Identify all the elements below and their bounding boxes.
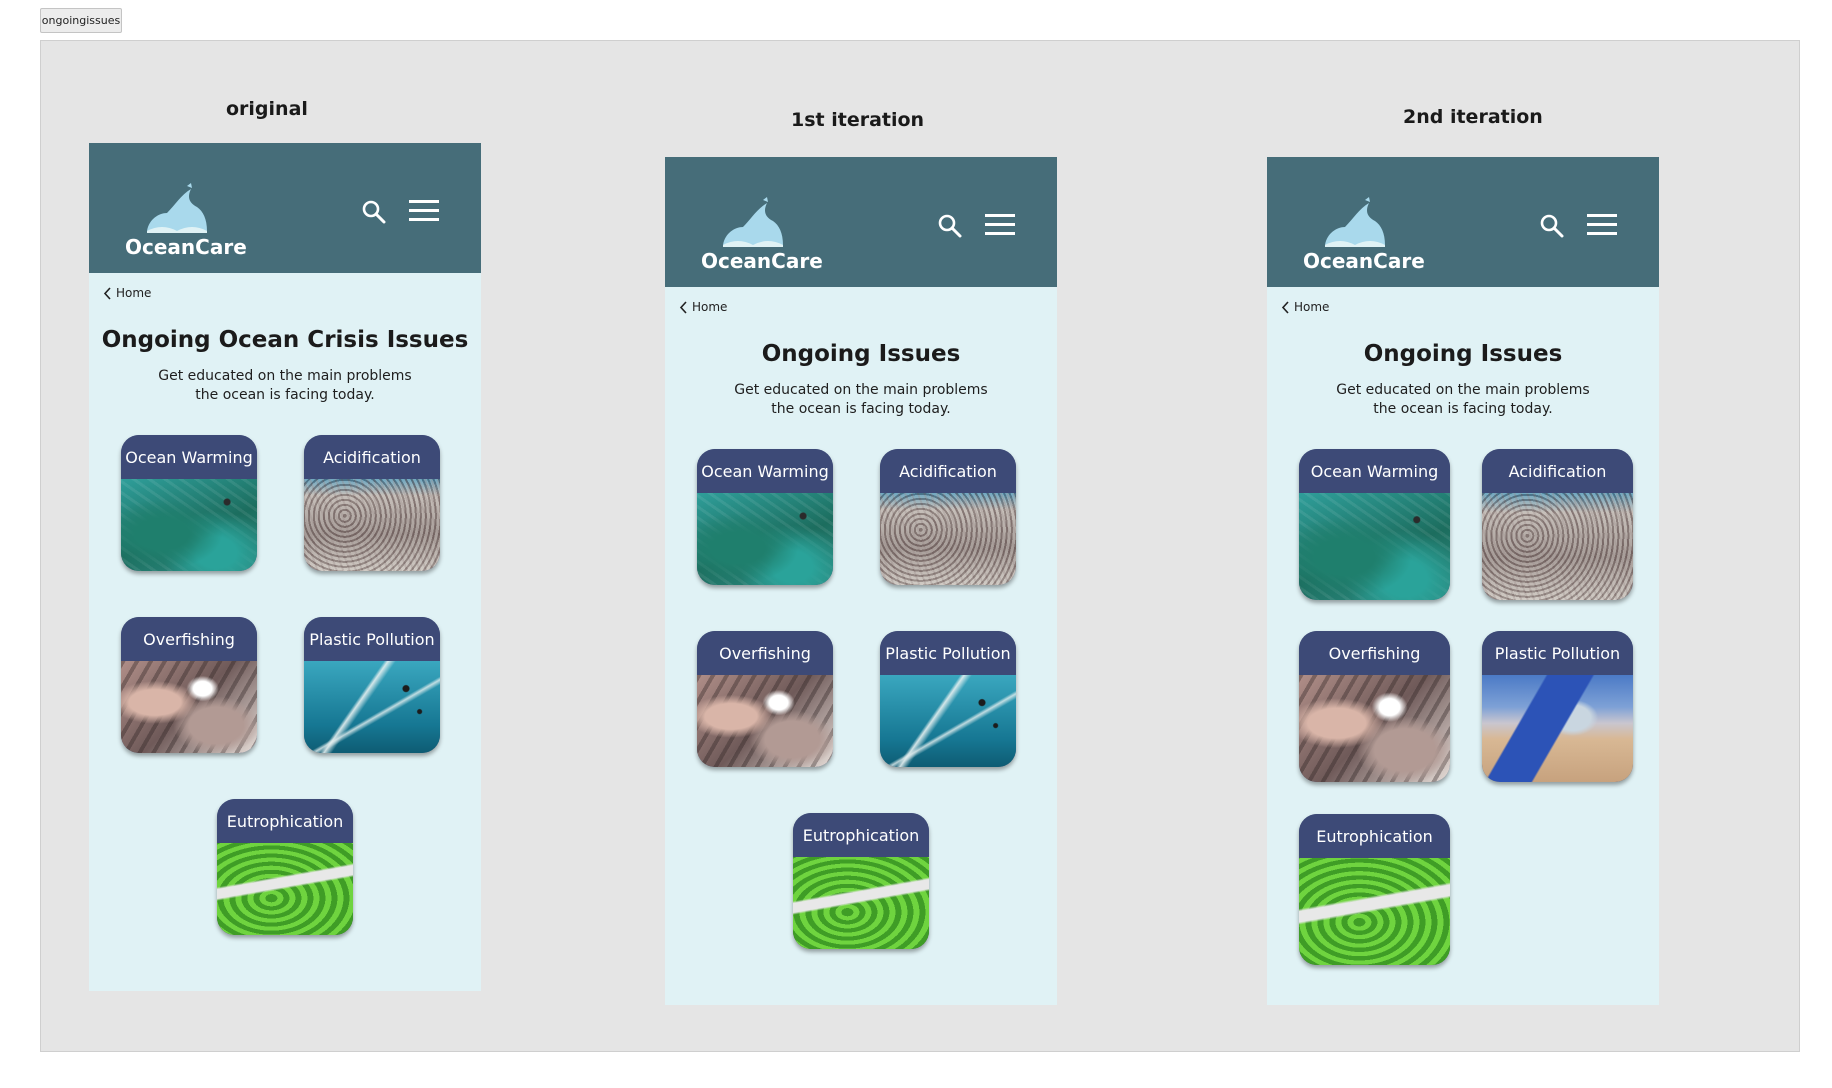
card-image: [1482, 493, 1633, 600]
brand-name[interactable]: OceanCare: [125, 235, 247, 259]
search-icon[interactable]: [361, 199, 387, 225]
frame-name-tab[interactable]: ongoingissues: [40, 8, 122, 33]
app-header: OceanCare: [665, 157, 1057, 287]
card-acidification[interactable]: Acidification: [880, 449, 1016, 585]
phone-mockup-2nd-iteration: OceanCare Home Ongoing Issues Get educat…: [1267, 157, 1659, 1005]
column-heading-1st-iteration: 1st iteration: [791, 109, 925, 131]
phone-mockup-original: OceanCare Home Ongoing Ocean Crisis Issu…: [89, 143, 481, 991]
hamburger-menu-icon[interactable]: [409, 200, 439, 222]
card-label: Eutrophication: [217, 799, 353, 843]
page-subtitle: Get educated on the main problems the oc…: [1267, 381, 1659, 419]
subtitle-line: the ocean is facing today.: [771, 401, 951, 417]
page-title: Ongoing Issues: [1363, 341, 1563, 367]
column-heading-original: original: [226, 98, 308, 120]
card-label: Overfishing: [1299, 631, 1450, 675]
app-header: OceanCare: [1267, 157, 1659, 287]
card-plastic-pollution[interactable]: Plastic Pollution: [1482, 631, 1633, 782]
wave-logo-icon: [1325, 197, 1385, 247]
column-heading-2nd-iteration: 2nd iteration: [1403, 106, 1543, 128]
wave-logo-icon: [723, 197, 783, 247]
chevron-left-icon: [679, 300, 687, 314]
card-label: Eutrophication: [1299, 814, 1450, 858]
subtitle-line: the ocean is facing today.: [1373, 401, 1553, 417]
card-label: Ocean Warming: [1299, 449, 1450, 493]
card-image: [121, 479, 257, 571]
chevron-left-icon: [1281, 300, 1289, 314]
page-subtitle: Get educated on the main problems the oc…: [89, 367, 481, 405]
card-label: Overfishing: [121, 617, 257, 661]
back-link-label: Home: [692, 300, 728, 314]
card-overfishing[interactable]: Overfishing: [697, 631, 833, 767]
card-ocean-warming[interactable]: Ocean Warming: [697, 449, 833, 585]
card-image: [1299, 858, 1450, 965]
brand-name[interactable]: OceanCare: [1303, 249, 1425, 273]
card-acidification[interactable]: Acidification: [304, 435, 440, 571]
search-icon[interactable]: [937, 213, 963, 239]
subtitle-line: Get educated on the main problems: [1336, 382, 1590, 398]
card-image: [697, 493, 833, 585]
card-eutrophication[interactable]: Eutrophication: [217, 799, 353, 935]
back-link-label: Home: [1294, 300, 1330, 314]
card-overfishing[interactable]: Overfishing: [121, 617, 257, 753]
back-link-label: Home: [116, 286, 152, 300]
card-image: [793, 857, 929, 949]
card-image: [697, 675, 833, 767]
card-image: [121, 661, 257, 753]
card-overfishing[interactable]: Overfishing: [1299, 631, 1450, 782]
subtitle-line: Get educated on the main problems: [734, 382, 988, 398]
card-acidification[interactable]: Acidification: [1482, 449, 1633, 600]
card-label: Acidification: [1482, 449, 1633, 493]
card-ocean-warming[interactable]: Ocean Warming: [121, 435, 257, 571]
wave-logo-icon: [147, 183, 207, 233]
card-label: Plastic Pollution: [880, 631, 1016, 675]
card-image: [1482, 675, 1633, 782]
subtitle-line: the ocean is facing today.: [195, 387, 375, 403]
card-image: [880, 675, 1016, 767]
app-header: OceanCare: [89, 143, 481, 273]
card-label: Acidification: [880, 449, 1016, 493]
card-image: [304, 661, 440, 753]
card-plastic-pollution[interactable]: Plastic Pollution: [880, 631, 1016, 767]
brand-name[interactable]: OceanCare: [701, 249, 823, 273]
chevron-left-icon: [103, 286, 111, 300]
search-icon[interactable]: [1539, 213, 1565, 239]
subtitle-line: Get educated on the main problems: [158, 368, 412, 384]
card-label: Plastic Pollution: [1482, 631, 1633, 675]
card-label: Ocean Warming: [121, 435, 257, 479]
card-label: Overfishing: [697, 631, 833, 675]
hamburger-menu-icon[interactable]: [985, 214, 1015, 236]
back-link[interactable]: Home: [679, 300, 727, 314]
card-eutrophication[interactable]: Eutrophication: [793, 813, 929, 949]
card-image: [1299, 675, 1450, 782]
card-label: Ocean Warming: [697, 449, 833, 493]
back-link[interactable]: Home: [103, 286, 151, 300]
card-image: [880, 493, 1016, 585]
card-image: [1299, 493, 1450, 600]
hamburger-menu-icon[interactable]: [1587, 214, 1617, 236]
page-title: Ongoing Ocean Crisis Issues: [101, 327, 469, 353]
card-image: [304, 479, 440, 571]
card-ocean-warming[interactable]: Ocean Warming: [1299, 449, 1450, 600]
card-label: Eutrophication: [793, 813, 929, 857]
design-canvas: original OceanCare Home Ongoing Ocean Cr: [40, 40, 1800, 1052]
page-subtitle: Get educated on the main problems the oc…: [665, 381, 1057, 419]
card-plastic-pollution[interactable]: Plastic Pollution: [304, 617, 440, 753]
page-title: Ongoing Issues: [761, 341, 961, 367]
phone-mockup-1st-iteration: OceanCare Home Ongoing Issues Get educat…: [665, 157, 1057, 1005]
card-label: Acidification: [304, 435, 440, 479]
card-eutrophication[interactable]: Eutrophication: [1299, 814, 1450, 965]
back-link[interactable]: Home: [1281, 300, 1329, 314]
card-label: Plastic Pollution: [304, 617, 440, 661]
card-image: [217, 843, 353, 935]
